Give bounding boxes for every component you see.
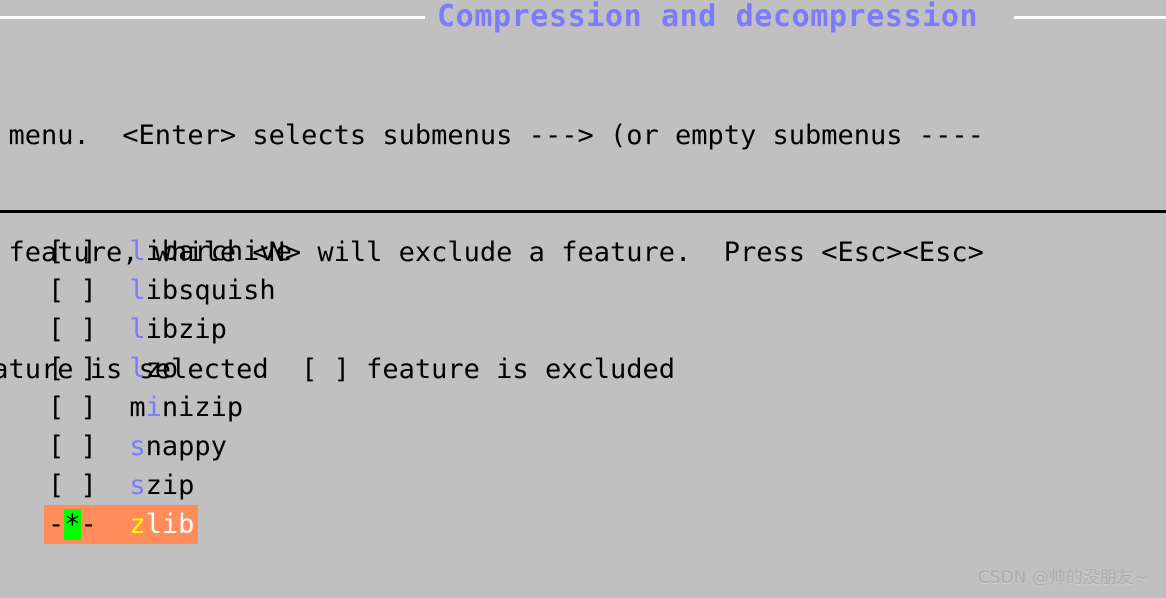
menu-item-label: zo <box>145 353 179 384</box>
menu-item-label: nizip <box>161 392 244 423</box>
menu-item-minizip[interactable]: [ ] minizip <box>0 388 1166 427</box>
checkbox-unchecked-icon <box>64 392 80 423</box>
menu-list: [ ] libarchive[ ] libsquish[ ] libzip[ ]… <box>0 232 1166 544</box>
checkbox-bracket-right-icon: ] <box>80 353 97 384</box>
menu-item-shortcut-key: s <box>129 431 146 462</box>
menu-item-label: lib <box>145 509 195 540</box>
menu-item-gap <box>97 314 130 345</box>
checkbox-bracket-left-icon: [ <box>48 431 65 462</box>
checkbox-bracket-left-icon: [ <box>48 392 65 423</box>
menu-item-gap <box>97 509 130 540</box>
title-rule-right <box>1014 16 1166 19</box>
checkbox-unchecked-icon <box>64 314 80 345</box>
title-rule-left <box>0 16 425 19</box>
checkbox-unchecked-icon <box>64 275 80 306</box>
menu-item-shortcut-key: l <box>129 353 146 384</box>
checkbox-bracket-left-icon: [ <box>48 236 65 267</box>
menu-item-shortcut-key: l <box>129 236 146 267</box>
checkbox-unchecked-icon <box>64 353 80 384</box>
menu-item-szip[interactable]: [ ] szip <box>0 466 1166 505</box>
checkbox-unchecked-icon <box>64 431 80 462</box>
menu-item-lzo[interactable]: [ ] lzo <box>0 349 1166 388</box>
checkbox-bracket-left-icon: [ <box>48 353 65 384</box>
menu-item-label: nappy <box>145 431 227 462</box>
menu-item-libarchive[interactable]: [ ] libarchive <box>0 232 1166 271</box>
menu-item-shortcut-key: l <box>129 314 146 345</box>
menu-item-content: [ ] szip <box>44 466 198 505</box>
checkbox-bracket-left-icon: [ <box>48 314 65 345</box>
help-line-1: e menu. <Enter> selects submenus ---> (o… <box>0 120 984 151</box>
menu-item-content: [ ] libsquish <box>44 271 280 310</box>
checkbox-checked-icon: * <box>64 509 81 540</box>
menu-item-content: [ ] lzo <box>44 349 182 388</box>
checkbox-bracket-right-icon: ] <box>80 431 97 462</box>
menu-item-content: [ ] libzip <box>44 310 231 349</box>
checkbox-bracket-left-icon: [ <box>48 275 65 306</box>
dialog-titlebar: Compression and decompression <box>0 0 1166 34</box>
menu-item-content: [ ] snappy <box>44 427 231 466</box>
menu-item-label: ibarchive <box>145 236 292 267</box>
menu-item-libsquish[interactable]: [ ] libsquish <box>0 271 1166 310</box>
checkbox-unchecked-icon <box>64 470 80 501</box>
checkbox-bracket-right-icon: ] <box>80 392 97 423</box>
menu-item-label: ibzip <box>145 314 227 345</box>
checkbox-bracket-right-icon: ] <box>80 275 97 306</box>
menu-item-label: ibsquish <box>145 275 276 306</box>
menu-item-snappy[interactable]: [ ] snappy <box>0 427 1166 466</box>
menu-item-gap <box>97 236 130 267</box>
watermark: CSDN @帅的没朋友~ <box>977 568 1148 588</box>
menu-item-libzip[interactable]: [ ] libzip <box>0 310 1166 349</box>
header-separator <box>0 210 1166 213</box>
page-title: Compression and decompression <box>437 0 979 34</box>
checkbox-bracket-right-icon: - <box>80 509 97 540</box>
menu-item-shortcut-key: s <box>129 470 146 501</box>
menu-item-gap <box>97 392 130 423</box>
menu-item-label: zip <box>145 470 195 501</box>
menu-item-gap <box>97 275 130 306</box>
menu-item-gap <box>97 353 130 384</box>
menu-item-gap <box>97 431 130 462</box>
checkbox-bracket-right-icon: ] <box>80 236 97 267</box>
menu-item-content: [ ] minizip <box>44 388 247 427</box>
menu-item-content: -*- zlib <box>44 505 199 544</box>
menuconfig-screen: Compression and decompression e menu. <E… <box>0 0 1166 598</box>
menu-item-content: [ ] libarchive <box>44 232 296 271</box>
checkbox-bracket-right-icon: ] <box>80 470 97 501</box>
menu-item-shortcut-key: l <box>129 275 146 306</box>
checkbox-unchecked-icon <box>64 236 80 267</box>
menu-item-shortcut-key: i <box>145 392 162 423</box>
checkbox-bracket-left-icon: - <box>48 509 65 540</box>
menu-item-shortcut-key: z <box>129 509 146 540</box>
checkbox-bracket-left-icon: [ <box>48 470 65 501</box>
menu-item-zlib[interactable]: -*- zlib <box>0 505 1166 544</box>
menu-item-label-prefix: m <box>129 392 146 423</box>
checkbox-bracket-right-icon: ] <box>80 314 97 345</box>
menu-item-gap <box>97 470 130 501</box>
